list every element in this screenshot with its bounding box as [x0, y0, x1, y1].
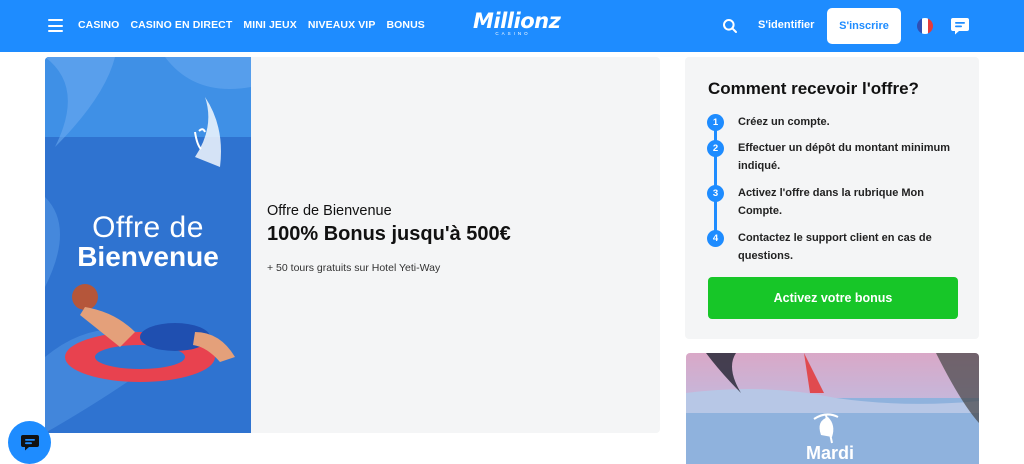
nav-bonus[interactable]: BONUS [386, 19, 424, 31]
promo-card-tuesday[interactable]: Mardi [686, 353, 979, 464]
welcome-offer-banner-image: Offre de Bienvenue [45, 57, 251, 433]
how-to-claim-card: Comment recevoir l'offre? 1 Créez un com… [685, 57, 979, 339]
search-icon[interactable] [722, 18, 738, 34]
hamburger-menu-icon[interactable] [48, 19, 63, 32]
offer-bonus-amount: 100% Bonus jusqu'à 500€ [267, 223, 511, 245]
offer-title: Offre de Bienvenue [267, 203, 392, 219]
activate-bonus-button[interactable]: Activez votre bonus [708, 277, 958, 319]
banner-heading-line2: Bienvenue [77, 241, 219, 272]
top-navbar: CASINO CASINO EN DIRECT MINI JEUX NIVEAU… [0, 0, 1024, 52]
step-text: Contactez le support client en cas de qu… [738, 232, 932, 262]
signup-button[interactable]: S'inscrire [827, 8, 901, 44]
france-flag-icon[interactable] [917, 18, 933, 34]
step-item: 1 Créez un compte. [707, 114, 966, 131]
nav-vip-levels[interactable]: NIVEAUX VIP [308, 19, 376, 31]
offer-free-spins: + 50 tours gratuits sur Hotel Yeti-Way [267, 262, 441, 274]
step-number: 1 [707, 114, 724, 131]
welcome-offer-card: Offre de Bienvenue Offre de Bienvenue 10… [45, 57, 660, 433]
chat-icon [20, 434, 39, 450]
step-number: 3 [707, 185, 724, 202]
tuesday-promo-label: Mardi [806, 443, 855, 463]
nav-mini-games[interactable]: MINI JEUX [243, 19, 296, 31]
step-number: 2 [707, 140, 724, 157]
main-nav: CASINO CASINO EN DIRECT MINI JEUX NIVEAU… [78, 19, 425, 31]
step-item: 2 Effectuer un dépôt du montant minimum … [707, 140, 966, 175]
how-to-claim-title: Comment recevoir l'offre? [708, 79, 919, 98]
logo-wordmark: Millionz [473, 9, 561, 33]
nav-live-casino[interactable]: CASINO EN DIRECT [130, 19, 232, 31]
step-number: 4 [707, 230, 724, 247]
step-text: Activez l'offre dans la rubrique Mon Com… [738, 187, 924, 217]
banner-heading-line1: Offre de [92, 211, 204, 244]
step-item: 4 Contactez le support client en cas de … [707, 230, 966, 265]
millionz-logo[interactable]: Millionz CASINO [473, 9, 561, 43]
nav-casino[interactable]: CASINO [78, 19, 119, 31]
login-link[interactable]: S'identifier [758, 19, 814, 31]
step-item: 3 Activez l'offre dans la rubrique Mon C… [707, 185, 966, 220]
live-chat-button[interactable] [8, 421, 51, 464]
step-text: Effectuer un dépôt du montant minimum in… [738, 142, 951, 172]
chat-bubble-icon[interactable] [950, 16, 970, 36]
step-text: Créez un compte. [738, 116, 830, 128]
